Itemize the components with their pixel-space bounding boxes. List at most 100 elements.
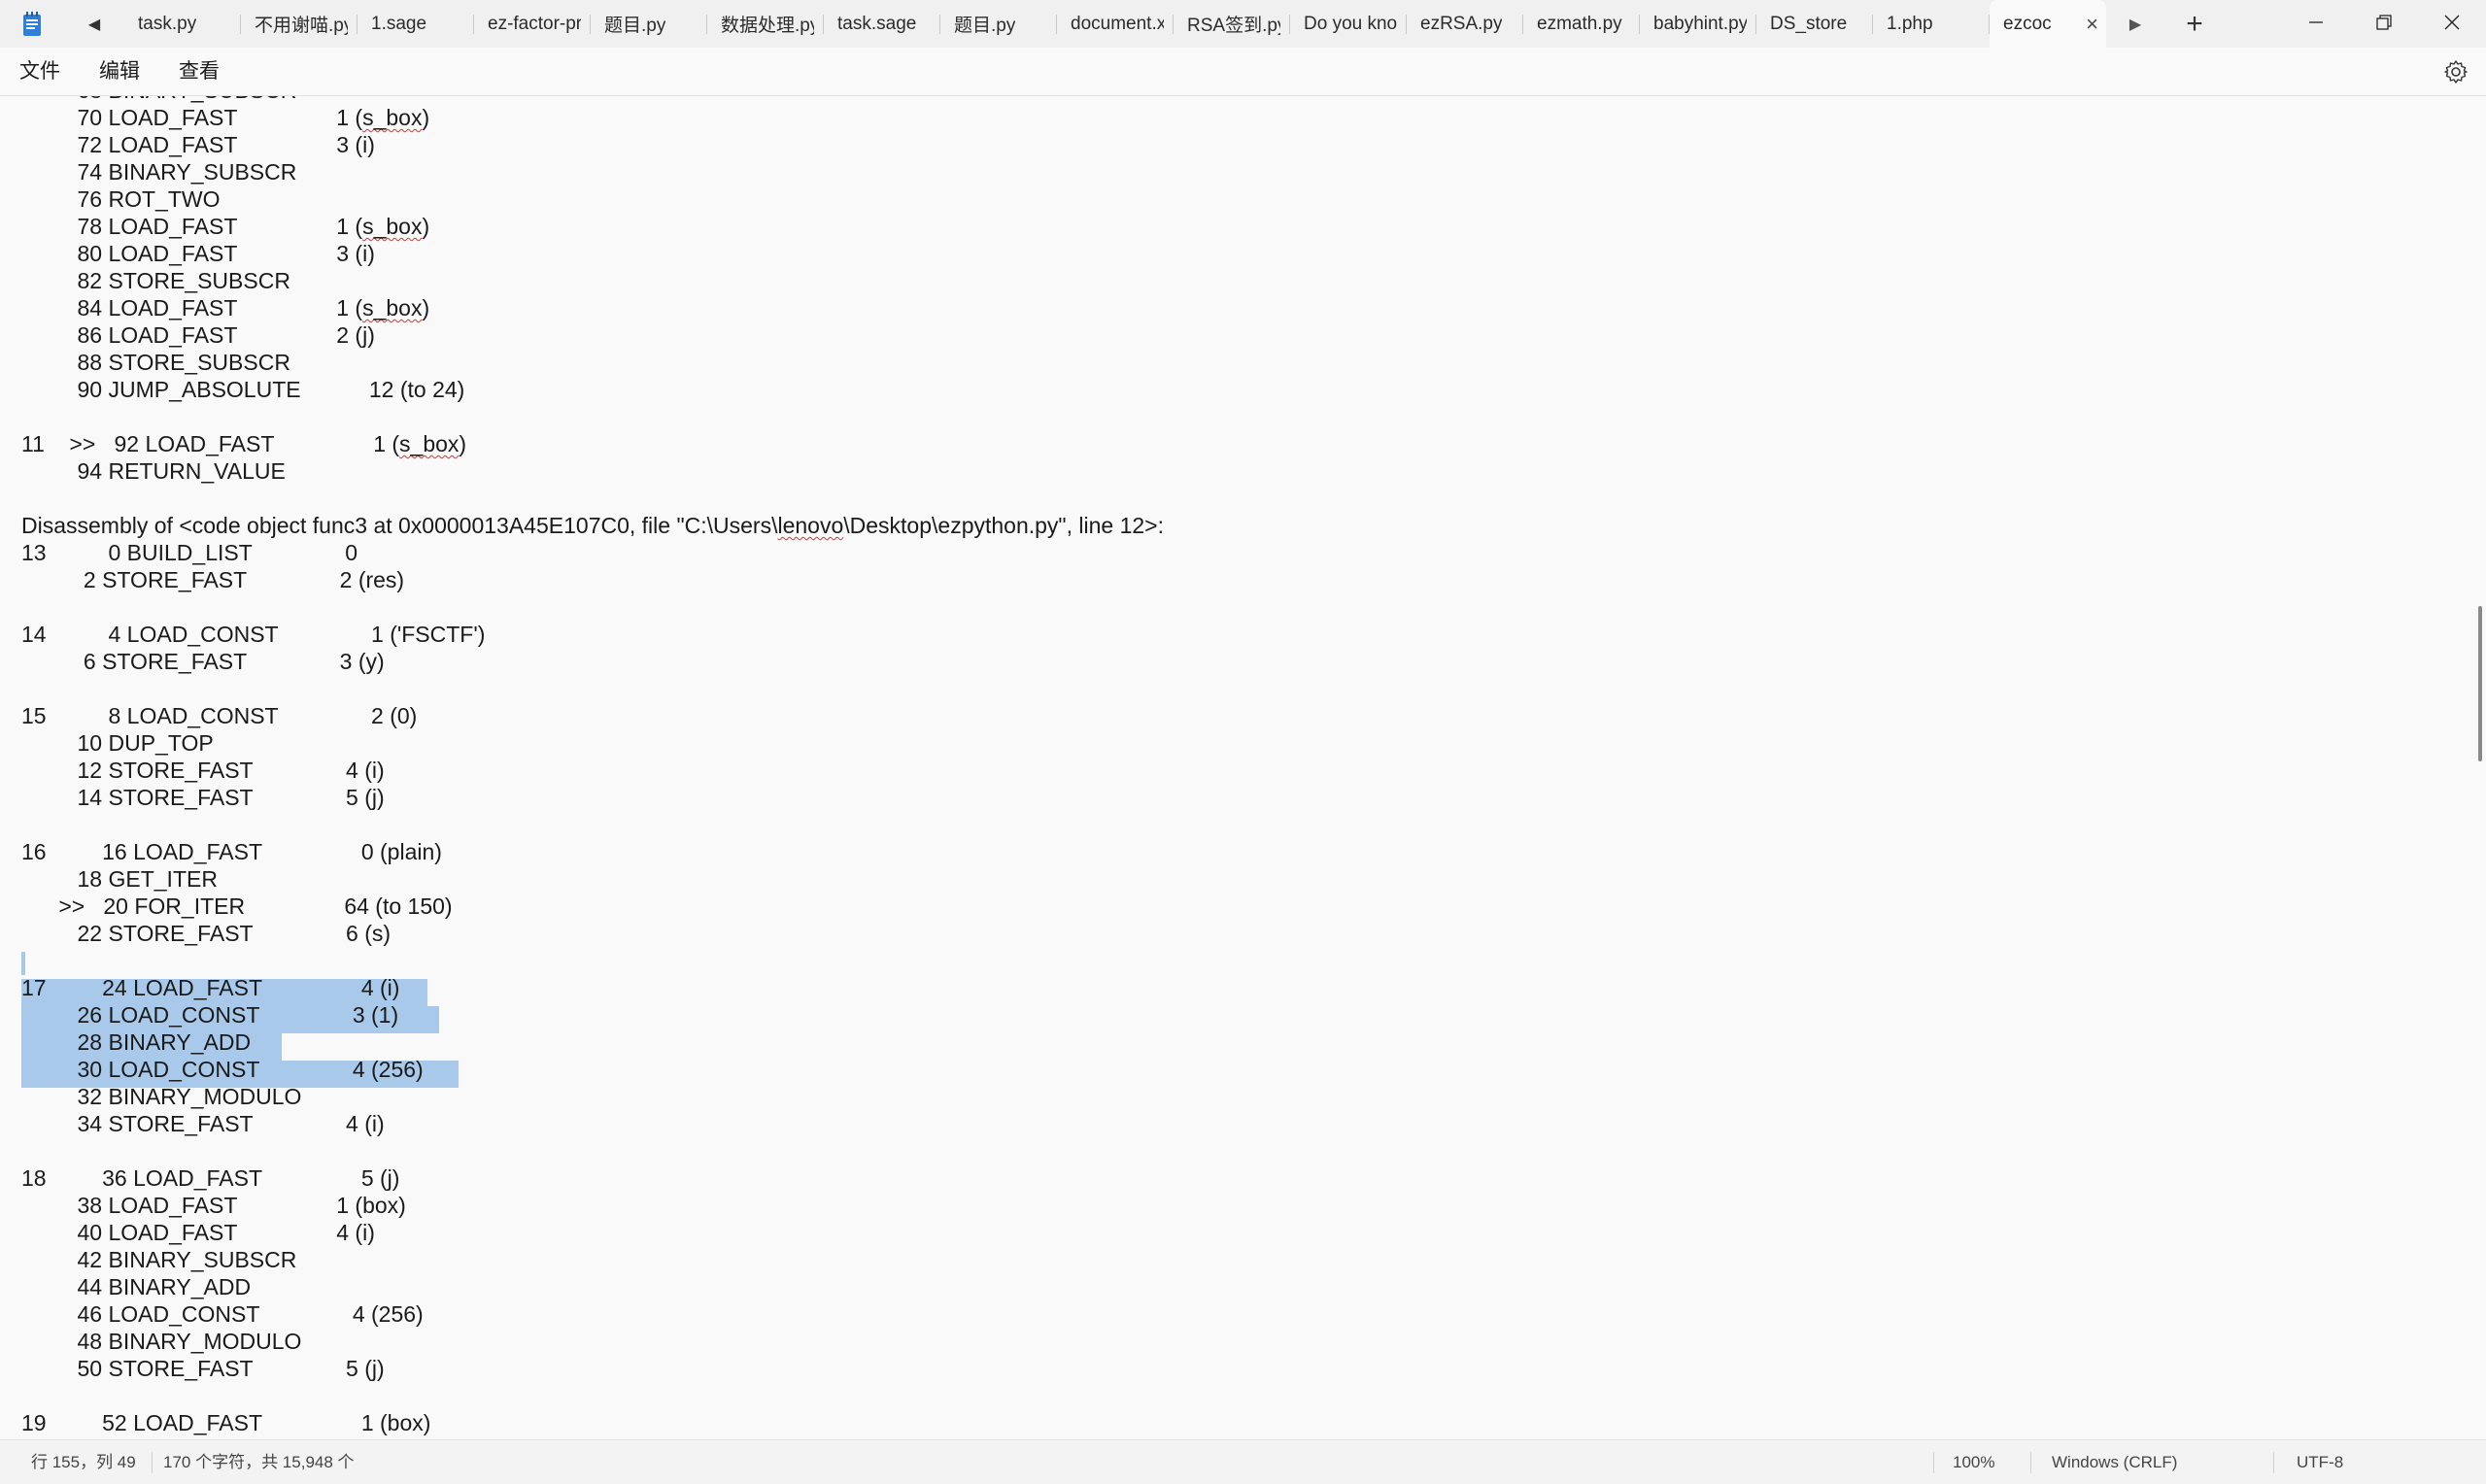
tab-label: 1.sage bbox=[371, 13, 427, 34]
code-line: 40 LOAD_FAST 4 (i) bbox=[21, 1220, 375, 1245]
tab[interactable]: ezRSA.py bbox=[1407, 0, 1523, 48]
encoding[interactable]: UTF-8 bbox=[2297, 1440, 2343, 1484]
code-line: 15 8 LOAD_CONST 2 (0) bbox=[21, 703, 418, 728]
code-line: 76 ROT_TWO bbox=[21, 186, 221, 212]
tab-label: 1.php bbox=[1887, 13, 1933, 34]
menu-edit[interactable]: 编辑 bbox=[80, 48, 159, 96]
new-tab-button[interactable]: + bbox=[2164, 0, 2225, 48]
character-count: 170 个字符，共 15,948 个 bbox=[163, 1453, 355, 1471]
code-text: 68 BINARY_SUBSCR 70 LOAD_FAST 1 (s_box) … bbox=[21, 96, 1164, 1436]
tab-label: 数据处理.py bbox=[721, 16, 814, 36]
code-line: 94 RETURN_VALUE bbox=[21, 458, 286, 484]
close-window-button[interactable] bbox=[2418, 0, 2486, 45]
tab[interactable]: Do you knov bbox=[1290, 0, 1407, 48]
tab-label: document.xr bbox=[1071, 13, 1164, 34]
code-line: 84 LOAD_FAST 1 (s_box) bbox=[21, 295, 430, 320]
tab-strip: task.py 不用谢喵.py 1.sage ez-factor-pr 题目.py 数据处… bbox=[124, 0, 2106, 48]
zoom-level[interactable]: 100% bbox=[1953, 1440, 1994, 1484]
code-line: 86 LOAD_FAST 2 (j) bbox=[21, 322, 375, 348]
tab-label: ezRSA.py bbox=[1420, 13, 1503, 34]
code-line: 18 36 LOAD_FAST 5 (j) bbox=[21, 1165, 400, 1191]
tab-label: ez-factor-pr bbox=[488, 13, 581, 34]
code-line: 18 GET_ITER bbox=[21, 866, 218, 892]
cursor-position: 行 155，列 49 bbox=[31, 1453, 136, 1471]
tab[interactable]: DS_store bbox=[1756, 0, 1873, 48]
tab-label: ezcoc bbox=[2003, 13, 2052, 34]
menu-file[interactable]: 文件 bbox=[0, 48, 80, 96]
code-line: 12 STORE_FAST 4 (i) bbox=[21, 758, 385, 783]
tab-label: DS_store bbox=[1770, 13, 1848, 34]
tab-label: Do you knov bbox=[1304, 13, 1397, 34]
code-line: 13 0 BUILD_LIST 0 bbox=[21, 540, 358, 565]
code-line: 68 BINARY_SUBSCR bbox=[21, 96, 1164, 104]
tab-scroll-right-icon[interactable]: ▶ bbox=[2106, 0, 2164, 48]
tab-label: RSA签到.py bbox=[1187, 16, 1280, 36]
tab[interactable]: babyhint.py bbox=[1640, 0, 1756, 48]
code-line: 90 JUMP_ABSOLUTE 12 (to 24) bbox=[21, 377, 465, 402]
code-line: 30 LOAD_CONST 4 (256) bbox=[21, 1057, 424, 1082]
tab-label: babyhint.py bbox=[1653, 13, 1747, 34]
tab-label: 不用谢喵.py bbox=[255, 16, 348, 36]
code-line: 88 STORE_SUBSCR bbox=[21, 350, 290, 375]
menu-view[interactable]: 查看 bbox=[159, 48, 239, 96]
code-line: 10 DUP_TOP bbox=[21, 730, 214, 756]
status-divider bbox=[2030, 1452, 2031, 1473]
code-line: 16 16 LOAD_FAST 0 (plain) bbox=[21, 839, 442, 864]
code-line: 48 BINARY_MODULO bbox=[21, 1329, 302, 1354]
code-line: 42 BINARY_SUBSCR bbox=[21, 1247, 297, 1272]
tab[interactable]: 1.sage bbox=[358, 0, 474, 48]
code-line: 14 STORE_FAST 5 (j) bbox=[21, 785, 385, 810]
code-line: 72 LOAD_FAST 3 (i) bbox=[21, 132, 375, 157]
code-line: 2 STORE_FAST 2 (res) bbox=[21, 567, 405, 592]
code-line: 19 52 LOAD_FAST 1 (box) bbox=[21, 1410, 431, 1435]
code-line: >> 20 FOR_ITER 64 (to 150) bbox=[21, 894, 453, 919]
code-line: 11 >> 92 LOAD_FAST 1 (s_box) bbox=[21, 431, 467, 456]
code-line: 44 BINARY_ADD bbox=[21, 1274, 252, 1299]
code-line: 32 BINARY_MODULO bbox=[21, 1084, 302, 1109]
title-bar: ◀ task.py 不用谢喵.py 1.sage ez-factor-pr 题目.py 数… bbox=[0, 0, 2486, 48]
code-line: 80 LOAD_FAST 3 (i) bbox=[21, 241, 375, 266]
tab-scroll-left-icon[interactable]: ◀ bbox=[64, 0, 124, 48]
notepad-app-icon bbox=[0, 0, 64, 48]
text-editor[interactable]: 68 BINARY_SUBSCR 70 LOAD_FAST 1 (s_box) … bbox=[0, 96, 2486, 1439]
code-line: 6 STORE_FAST 3 (y) bbox=[21, 649, 385, 674]
tab[interactable]: 题目.py bbox=[591, 0, 707, 48]
tab[interactable]: task.sage bbox=[824, 0, 940, 48]
code-line: Disassembly of <code object func3 at 0x0… bbox=[21, 513, 1164, 538]
restore-button[interactable] bbox=[2350, 0, 2418, 45]
tab-label: task.py bbox=[138, 13, 197, 34]
tab-active[interactable]: ezcoc × bbox=[1990, 0, 2106, 48]
tab[interactable]: 1.php bbox=[1873, 0, 1990, 48]
tab[interactable]: 题目.py bbox=[940, 0, 1057, 48]
notepad-window: ◀ task.py 不用谢喵.py 1.sage ez-factor-pr 题目.py 数… bbox=[0, 0, 2486, 1484]
tab[interactable]: ez-factor-pr bbox=[474, 0, 591, 48]
tab[interactable]: ezmath.py bbox=[1523, 0, 1640, 48]
code-line: 22 STORE_FAST 6 (s) bbox=[21, 921, 392, 946]
code-line: 34 STORE_FAST 4 (i) bbox=[21, 1111, 385, 1136]
tab[interactable]: RSA签到.py bbox=[1174, 0, 1290, 48]
tab-label: ezmath.py bbox=[1537, 13, 1622, 34]
status-divider bbox=[1933, 1452, 1934, 1473]
tab[interactable]: document.xr bbox=[1057, 0, 1174, 48]
line-ending[interactable]: Windows (CRLF) bbox=[2052, 1440, 2177, 1484]
code-line: 78 LOAD_FAST 1 (s_box) bbox=[21, 214, 430, 239]
status-divider bbox=[152, 1452, 153, 1473]
tab[interactable]: 数据处理.py bbox=[707, 0, 824, 48]
code-line: 46 LOAD_CONST 4 (256) bbox=[21, 1301, 424, 1327]
code-line: 38 LOAD_FAST 1 (box) bbox=[21, 1193, 406, 1218]
vertical-scrollbar[interactable] bbox=[2478, 606, 2482, 761]
code-line: 70 LOAD_FAST 1 (s_box) bbox=[21, 105, 430, 130]
tab-close-icon[interactable]: × bbox=[2086, 13, 2098, 35]
minimize-button[interactable] bbox=[2282, 0, 2350, 45]
code-line: 74 BINARY_SUBSCR bbox=[21, 159, 297, 185]
tab[interactable]: task.py bbox=[124, 0, 241, 48]
code-line: 28 BINARY_ADD bbox=[21, 1029, 252, 1055]
settings-gear-icon[interactable] bbox=[2443, 59, 2469, 84]
tab[interactable]: 不用谢喵.py bbox=[241, 0, 358, 48]
